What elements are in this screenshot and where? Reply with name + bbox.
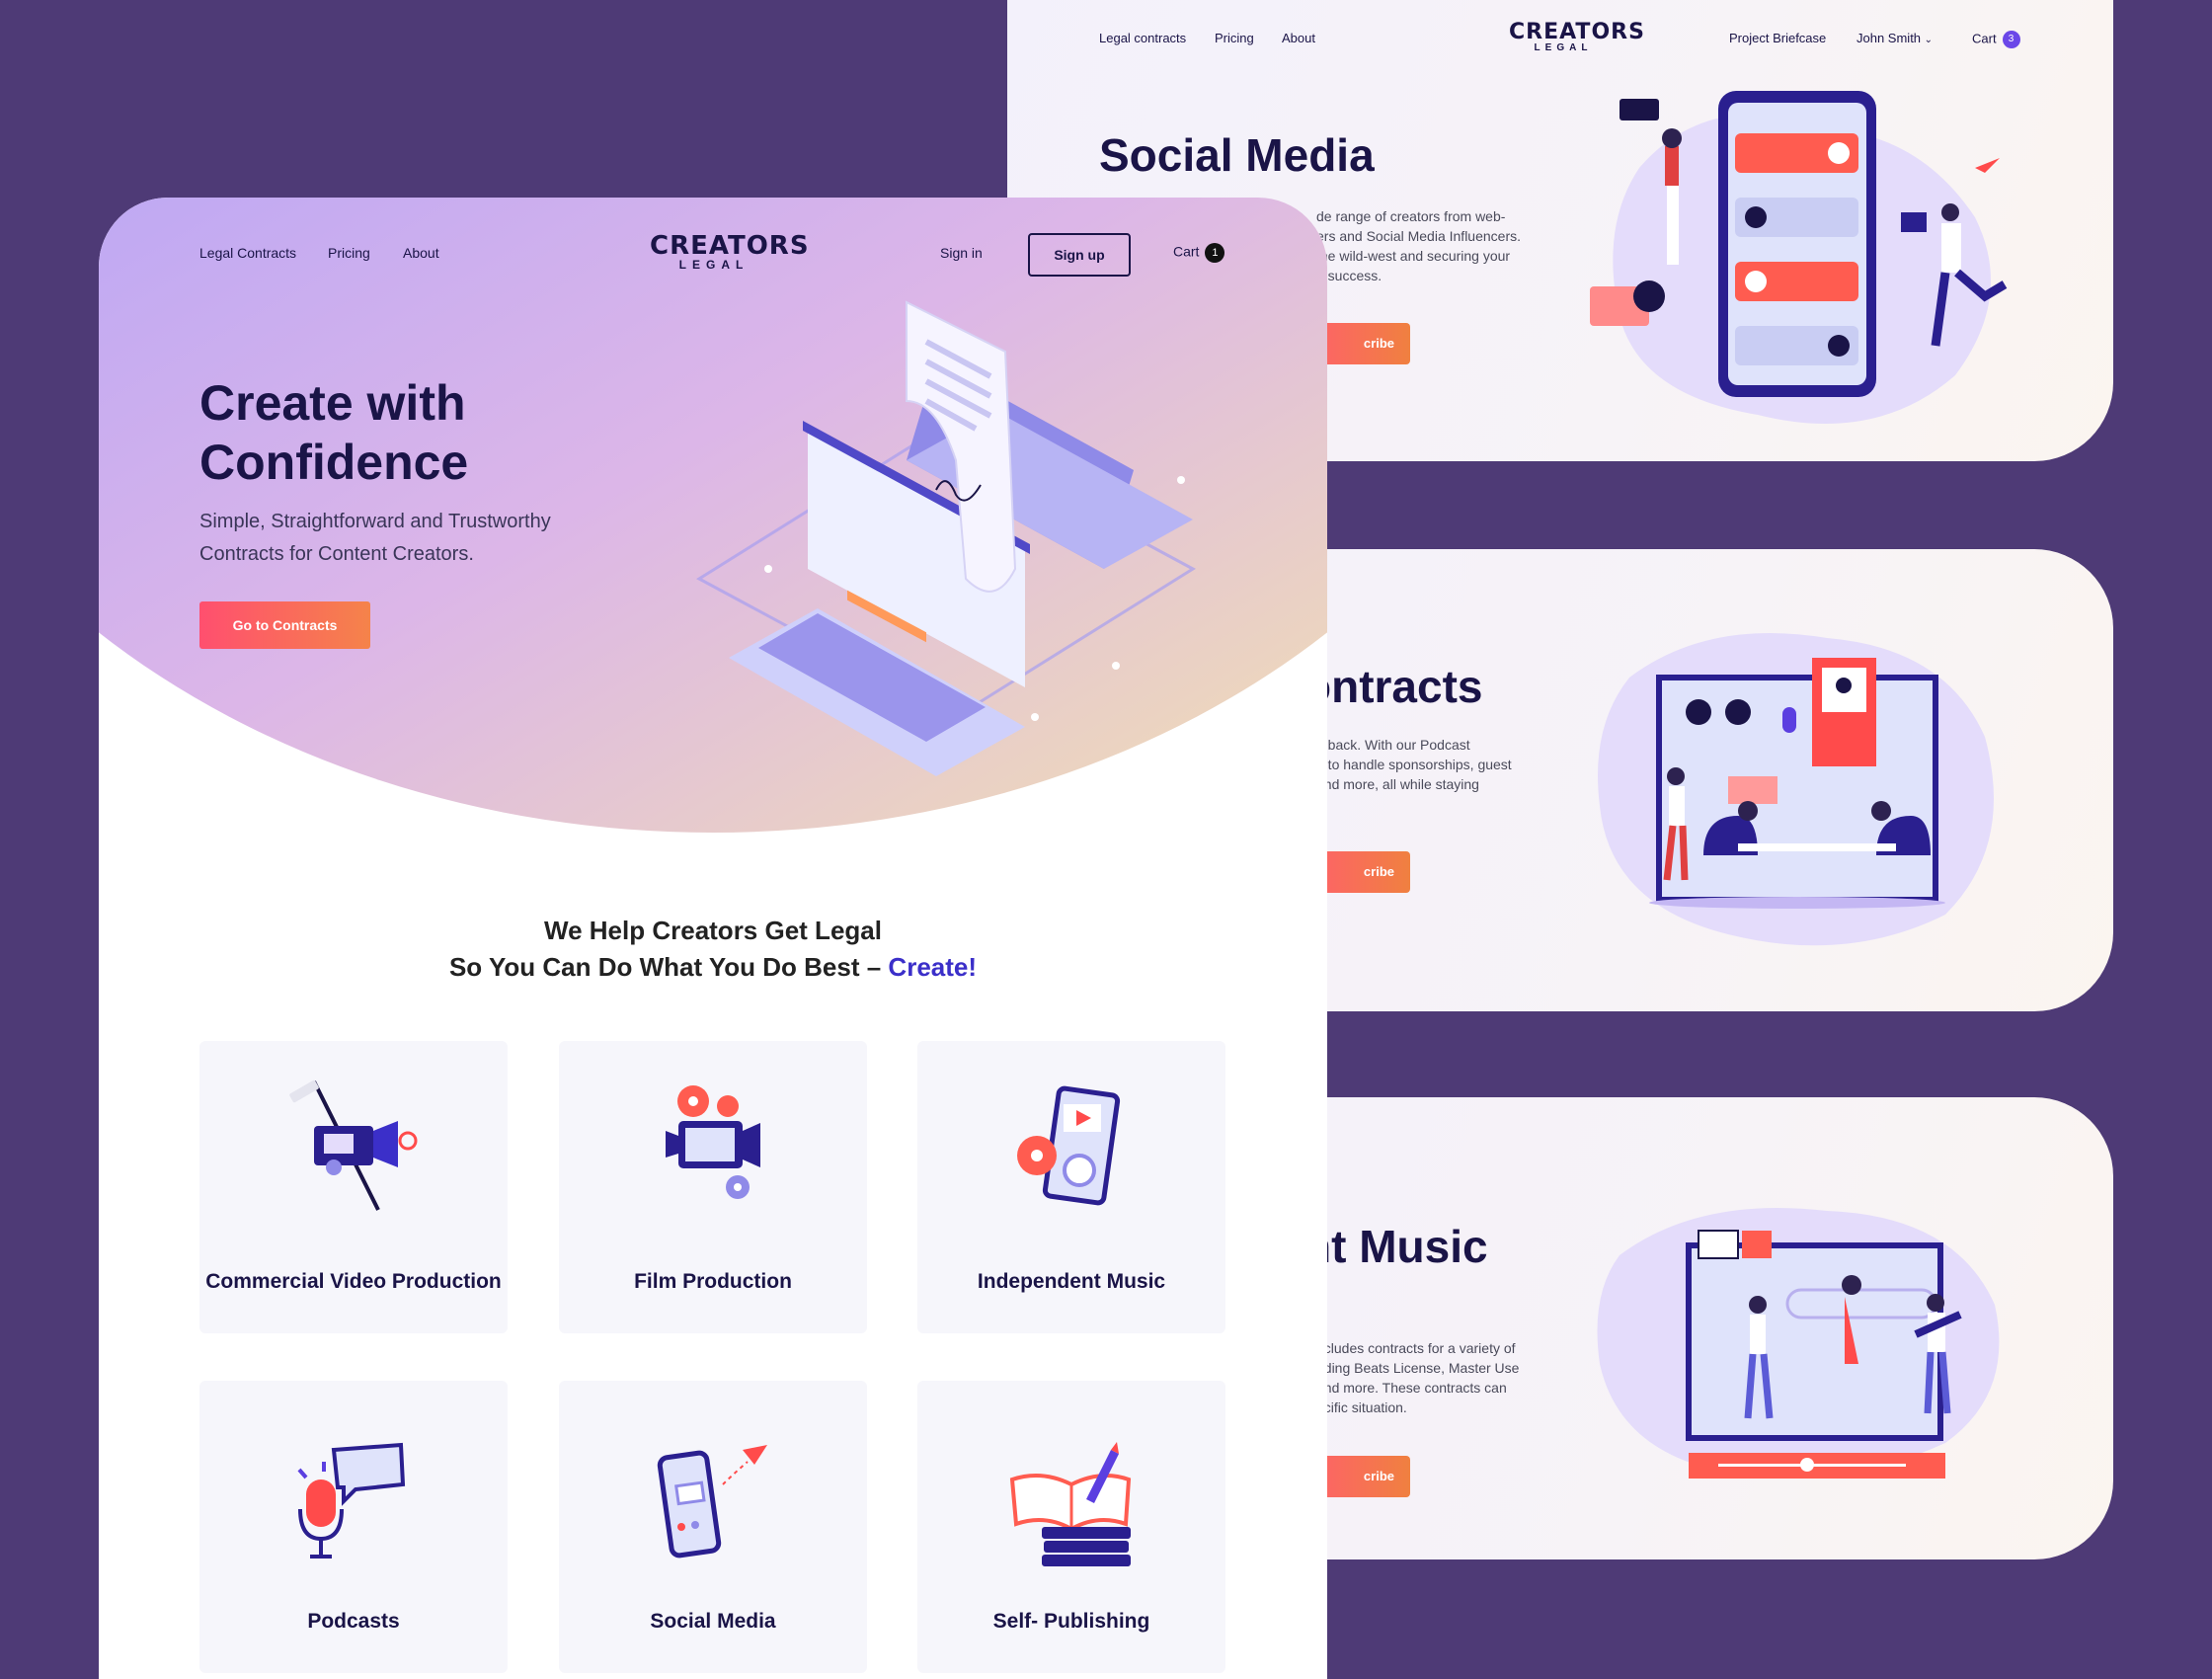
card-film-production[interactable]: Film Production [559, 1041, 867, 1333]
cart-label: Cart [1972, 31, 1997, 46]
section-title: ontracts [1304, 661, 1483, 712]
cart-badge: 1 [1205, 243, 1225, 263]
card-label: Podcasts [307, 1610, 400, 1633]
section-heading-line1: We Help Creators Get Legal [544, 916, 882, 945]
sign-up-button[interactable]: Sign up [1028, 233, 1131, 277]
music-player-icon [1017, 1085, 1121, 1206]
books-icon [1009, 1442, 1132, 1566]
smartphone-icon [657, 1445, 767, 1559]
card-self-publishing[interactable]: Self- Publishing [917, 1381, 1225, 1673]
music-illustration [1597, 1208, 2000, 1479]
card-commercial-video[interactable]: Commercial Video Production [199, 1041, 508, 1333]
podcast-illustration [1598, 633, 1994, 946]
sign-in-link[interactable]: Sign in [940, 245, 983, 261]
card-label: Film Production [634, 1270, 792, 1293]
user-menu[interactable]: John Smith ⌄ [1856, 31, 1933, 45]
logo[interactable]: CREATORS LEGAL [1509, 20, 1645, 53]
section-highlight: Create! [888, 952, 978, 982]
logo-text: CREATORS [650, 231, 810, 261]
description: de range of creators from web- ers and S… [1316, 208, 1521, 283]
chevron-down-icon: ⌄ [1924, 35, 1934, 45]
cart-label: Cart [1173, 243, 1200, 260]
nav-about[interactable]: About [403, 245, 439, 261]
main-page: Legal Contracts Pricing About CREATORS L… [99, 198, 1327, 1679]
section-title: nt Music [1304, 1221, 1488, 1272]
card-podcasts[interactable]: Podcasts [199, 1381, 508, 1673]
cart-link[interactable]: Cart 3 [1972, 31, 2020, 48]
description: ncludes contracts for a variety of uding… [1316, 1340, 1520, 1415]
nav-project-briefcase[interactable]: Project Briefcase [1729, 31, 1826, 45]
microphone-icon [297, 1442, 406, 1559]
card-social-media[interactable]: Social Media [559, 1381, 867, 1673]
laptops-contract-illustration [696, 300, 1196, 776]
section-heading-text: So You Can Do What You Do Best – [448, 952, 882, 982]
nav-about[interactable]: About [1282, 31, 1315, 45]
section-heading-line2: So You Can Do What You Do Best – Create! [99, 949, 1327, 986]
cart-badge: 3 [2002, 31, 2020, 48]
nav-legal-contracts[interactable]: Legal Contracts [199, 245, 296, 261]
social-media-illustration [1590, 91, 2008, 425]
nav-pricing[interactable]: Pricing [1215, 31, 1254, 45]
go-to-contracts-button[interactable]: Go to Contracts [199, 601, 370, 649]
section-heading: We Help Creators Get Legal So You Can Do… [99, 913, 1327, 986]
description: u back. With our Podcast d to handle spo… [1316, 737, 1512, 792]
hero-title: Create with Confidence [199, 375, 469, 490]
logo[interactable]: CREATORS LEGAL [650, 231, 810, 272]
card-label: Independent Music [977, 1270, 1166, 1293]
video-camera-icon [289, 1079, 418, 1211]
film-projector-icon [666, 1085, 760, 1199]
card-label: Self- Publishing [992, 1610, 1150, 1633]
hero-subtitle: Simple, Straightforward and Trustworthy … [199, 511, 551, 565]
user-name: John Smith [1856, 31, 1922, 45]
logo-text: CREATORS [1509, 20, 1645, 44]
cart-link[interactable]: Cart 1 [1173, 243, 1225, 263]
card-label: Commercial Video Production [205, 1270, 502, 1293]
card-label: Social Media [650, 1610, 776, 1633]
nav-pricing[interactable]: Pricing [328, 245, 370, 261]
page-title: Social Media [1099, 129, 1375, 181]
card-independent-music[interactable]: Independent Music [917, 1041, 1225, 1333]
nav-legal-contracts[interactable]: Legal contracts [1099, 31, 1186, 45]
